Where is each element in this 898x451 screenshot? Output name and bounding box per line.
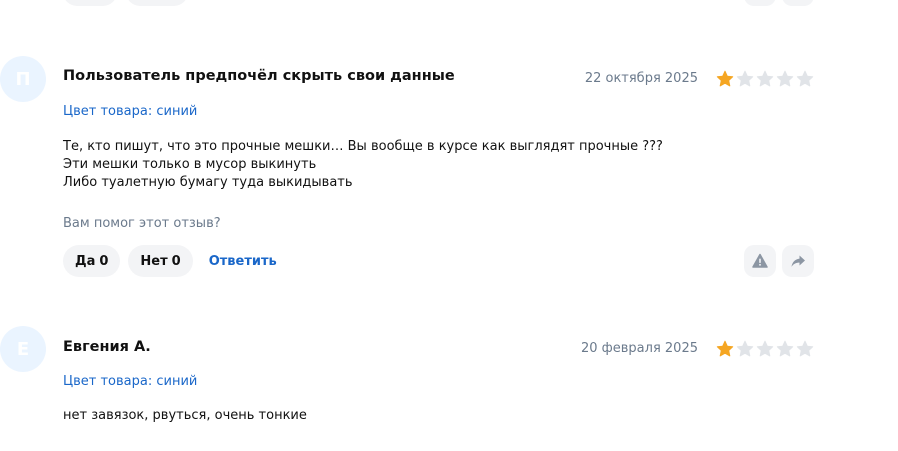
avatar: П [0,56,46,102]
star-empty-icon [756,340,774,357]
review-text-line: Либо туалетную бумагу туда выкидывать [63,175,353,190]
review-actions: Да 0 Нет 0 Ответить [63,245,277,277]
review-text-line: Эти мешки только в мусор выкинуть [63,157,317,172]
yes-label: Да [75,253,96,269]
review-date: 22 октября 2025 [584,71,698,86]
star-empty-icon [796,340,814,357]
no-label: Нет [140,253,168,269]
helpful-question: Вам помог этот отзыв? [63,216,221,231]
review-author: Евгения А. [63,339,151,355]
prev-no-button[interactable] [126,0,188,6]
previous-review-fragment [0,0,898,8]
review-date: 20 февраля 2025 [580,341,698,356]
report-button[interactable] [744,245,776,277]
reply-link[interactable]: Ответить [209,254,277,269]
avatar-letter: Е [16,338,30,360]
review-author: Пользователь предпочёл скрыть свои данны… [63,68,455,84]
rating-stars [716,70,814,88]
rating-stars [716,340,814,358]
star-empty-icon [776,340,794,357]
star-filled-icon [716,70,734,87]
review-text-line: Те, кто пишут, что это прочные мешки… Вы… [63,139,663,154]
helpful-yes-button[interactable]: Да 0 [63,245,121,277]
star-empty-icon [776,70,794,87]
helpful-no-button[interactable]: Нет 0 [128,245,193,277]
product-variant: Цвет товара: синий [63,374,198,389]
review-text: Те, кто пишут, что это прочные мешки… Вы… [63,138,763,192]
no-count: 0 [171,253,181,269]
avatar-letter: П [15,68,31,90]
star-empty-icon [736,70,754,87]
share-icon [791,255,805,267]
star-empty-icon [736,340,754,357]
warning-icon [752,253,768,268]
share-button[interactable] [782,245,814,277]
review-text-line: нет завязок, рвуться, очень тонкие [63,408,307,423]
prev-report-button[interactable] [744,0,776,6]
star-empty-icon [756,70,774,87]
star-filled-icon [716,340,734,357]
star-empty-icon [796,70,814,87]
avatar: Е [0,326,46,372]
prev-yes-button[interactable] [63,0,117,6]
product-variant: Цвет товара: синий [63,104,198,119]
review-text: нет завязок, рвуться, очень тонкие [63,407,763,425]
yes-count: 0 [99,253,109,269]
prev-share-button[interactable] [782,0,814,6]
